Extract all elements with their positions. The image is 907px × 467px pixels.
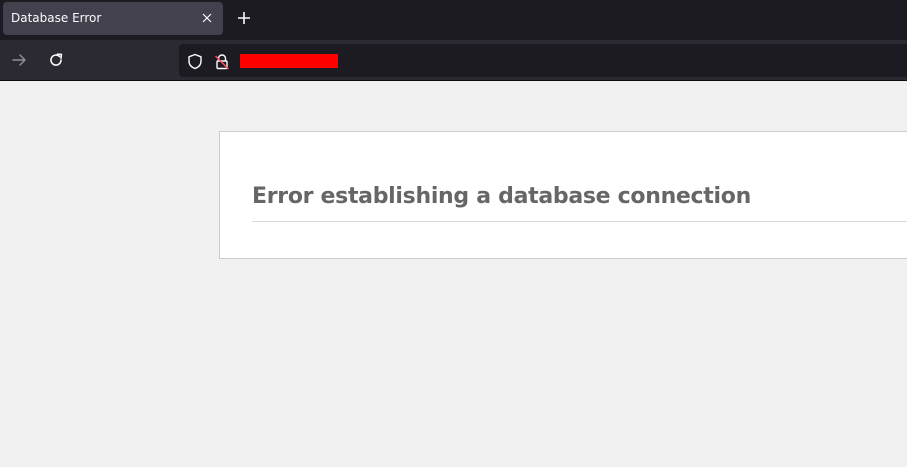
page-title: Error establishing a database connection bbox=[252, 184, 751, 209]
reload-icon[interactable] bbox=[46, 50, 66, 70]
tab-bar: Database Error bbox=[0, 0, 907, 40]
url-text[interactable] bbox=[240, 54, 338, 68]
arrow-right-icon[interactable] bbox=[9, 50, 29, 70]
insecure-lock-icon[interactable] bbox=[213, 52, 231, 70]
tab-database-error[interactable]: Database Error bbox=[3, 2, 223, 35]
page-content: Error establishing a database connection bbox=[0, 81, 907, 467]
tab-title: Database Error bbox=[11, 11, 102, 25]
plus-icon[interactable] bbox=[234, 8, 254, 28]
shield-icon[interactable] bbox=[186, 52, 204, 70]
close-icon[interactable] bbox=[199, 10, 215, 26]
error-message-box: Error establishing a database connection bbox=[219, 131, 907, 259]
address-bar[interactable] bbox=[179, 44, 907, 77]
heading-divider bbox=[252, 221, 907, 222]
navigation-toolbar bbox=[0, 40, 907, 81]
